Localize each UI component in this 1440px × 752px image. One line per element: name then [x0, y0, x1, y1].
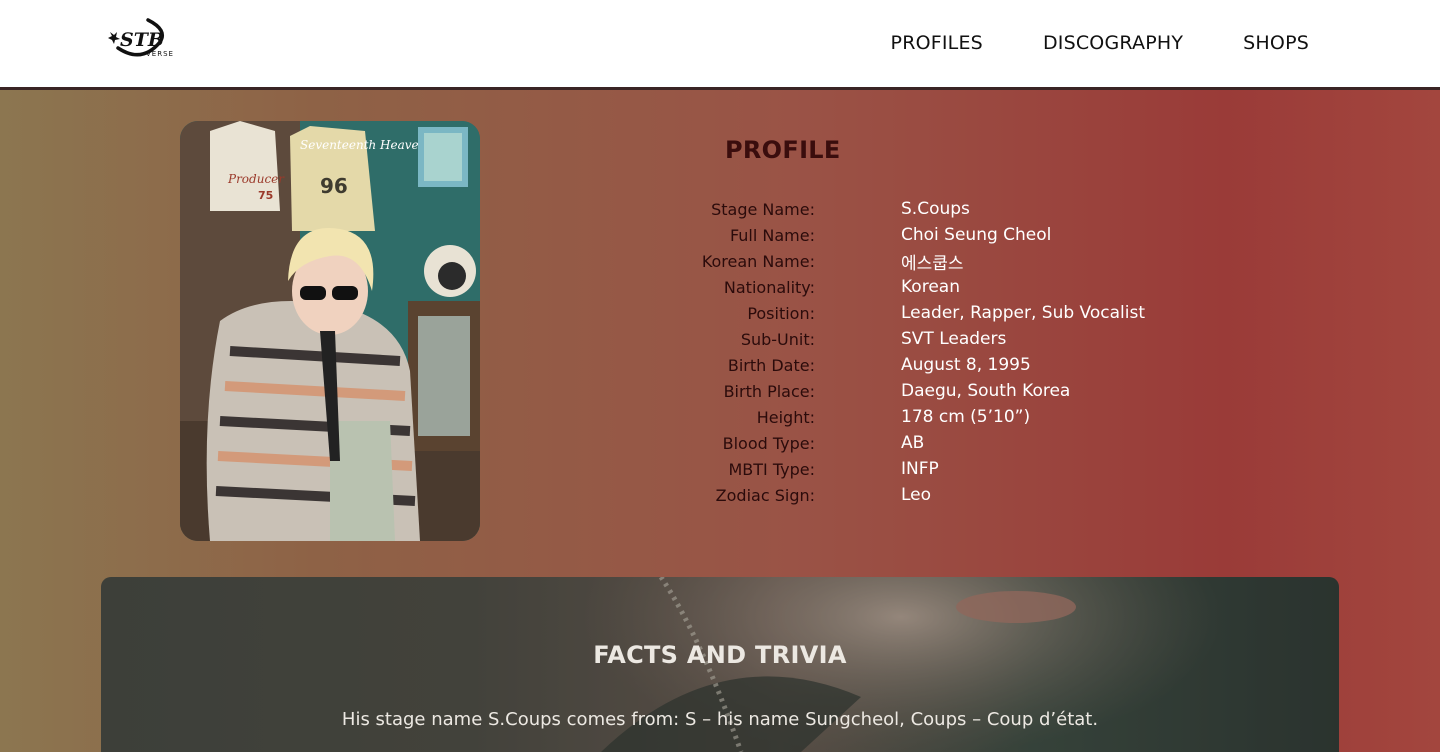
profile-row: Nationality: Korean	[600, 274, 1300, 300]
profile-value: August 8, 1995	[901, 355, 1031, 375]
svg-text:Producer: Producer	[227, 172, 285, 186]
svg-text:96: 96	[320, 174, 348, 198]
profile-details: Stage Name: S.Coups Full Name: Choi Seun…	[600, 196, 1300, 508]
profile-value: Choi Seung Cheol	[901, 225, 1052, 245]
profile-row: Height: 178 cm (5’10”)	[600, 404, 1300, 430]
profile-label: Height:	[756, 407, 815, 427]
svg-text:VERSE: VERSE	[146, 50, 174, 58]
profile-value: INFP	[901, 459, 939, 479]
profile-label: Nationality:	[723, 277, 815, 297]
svg-text:STB: STB	[120, 29, 164, 51]
profile-label: Zodiac Sign:	[715, 485, 815, 505]
profile-label: Full Name:	[729, 225, 815, 245]
profile-label: Birth Date:	[727, 355, 815, 375]
logo-icon: STB VERSE	[108, 18, 174, 58]
profile-row: Sub-Unit: SVT Leaders	[600, 326, 1300, 352]
profile-label: Birth Place:	[723, 381, 815, 401]
profile-label: Position:	[747, 303, 815, 323]
profile-row: Blood Type: AB	[600, 430, 1300, 456]
profile-row: Full Name: Choi Seung Cheol	[600, 222, 1300, 248]
profile-label: Korean Name:	[701, 251, 815, 271]
facts-panel: FACTS AND TRIVIA His stage name S.Coups …	[101, 577, 1339, 752]
profile-value: AB	[901, 433, 925, 453]
profile-label: Stage Name:	[711, 199, 815, 219]
profile-value: Daegu, South Korea	[901, 381, 1071, 401]
profile-row: Birth Place: Daegu, South Korea	[600, 378, 1300, 404]
svg-text:75: 75	[258, 189, 273, 202]
profile-label: Sub-Unit:	[740, 329, 815, 349]
main-nav: PROFILES DISCOGRAPHY SHOPS	[891, 31, 1309, 55]
profile-value: Leo	[901, 485, 932, 505]
svg-text:Seventeenth Heaven: Seventeenth Heaven	[300, 138, 426, 152]
profile-value: 178 cm (5’10”)	[901, 407, 1031, 427]
profile-title: PROFILE	[725, 136, 841, 164]
profile-row: Birth Date: August 8, 1995	[600, 352, 1300, 378]
facts-title: FACTS AND TRIVIA	[593, 641, 847, 669]
profile-value: SVT Leaders	[901, 329, 1007, 349]
profile-label: MBTI Type:	[728, 459, 816, 479]
profile-row: Zodiac Sign: Leo	[600, 482, 1300, 508]
profile-row: Stage Name: S.Coups	[600, 196, 1300, 222]
site-header: STB VERSE PROFILES DISCOGRAPHY SHOPS	[0, 0, 1440, 90]
profile-value: Leader, Rapper, Sub Vocalist	[901, 303, 1145, 323]
profile-value: Korean	[901, 277, 960, 297]
nav-item-profiles[interactable]: PROFILES	[891, 31, 983, 55]
profile-row: Korean Name: 에스쿱스	[600, 248, 1300, 274]
profile-value: 에스쿱스	[901, 253, 964, 274]
profile-photo: Producer 75 96 Seventeenth Heaven	[180, 121, 480, 541]
profile-value: S.Coups	[901, 199, 970, 219]
facts-text: His stage name S.Coups comes from: S – h…	[341, 709, 1099, 730]
site-logo[interactable]: STB VERSE	[102, 12, 182, 64]
profile-row: MBTI Type: INFP	[600, 456, 1300, 482]
nav-item-discography[interactable]: DISCOGRAPHY	[1043, 31, 1183, 55]
profile-label: Blood Type:	[722, 433, 815, 453]
nav-item-shops[interactable]: SHOPS	[1243, 31, 1309, 55]
profile-row: Position: Leader, Rapper, Sub Vocalist	[600, 300, 1300, 326]
profile-photo-illustration: Producer 75 96 Seventeenth Heaven	[180, 121, 480, 541]
